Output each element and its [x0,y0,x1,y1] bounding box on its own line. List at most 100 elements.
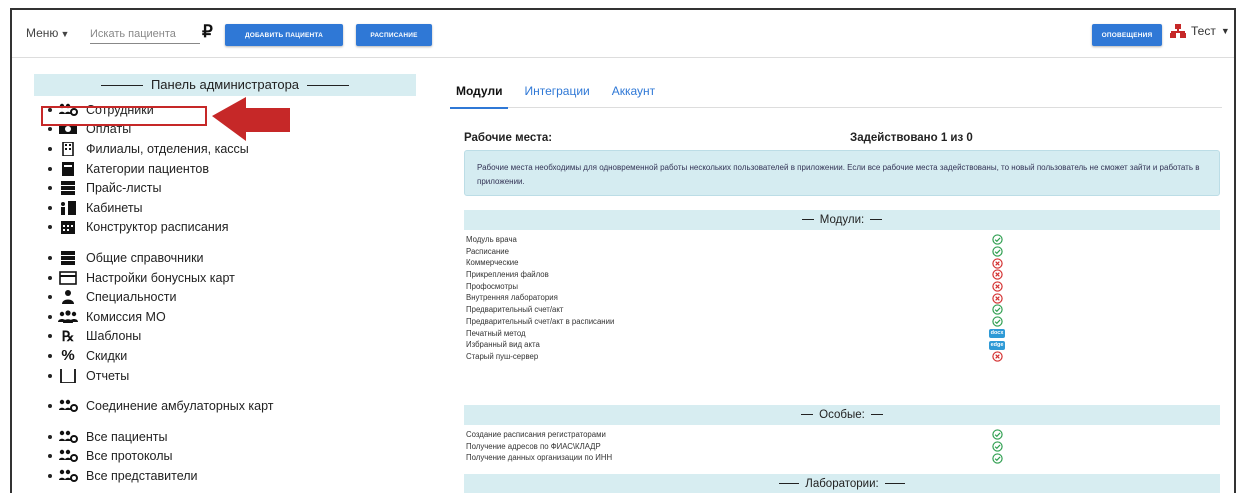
module-name: Создание расписания регистраторами [466,430,606,439]
patient-search-input[interactable] [90,24,200,44]
nav-item-label: Настройки бонусных карт [86,270,235,285]
caret-down-icon: ▼ [1220,26,1230,36]
cross-circle-icon [990,351,1004,363]
special-list: Создание расписания регистраторами Получе… [466,429,1220,464]
nav-item-label: Все протоколы [86,449,173,464]
module-name: Расписание [466,246,509,256]
group-icon [58,310,78,324]
user-name: Тест [1191,24,1216,38]
nav-item-label: Шаблоны [86,329,142,344]
building-icon [58,141,78,156]
schedule-button[interactable]: РАСПИСАНИЕ [356,24,432,46]
check-circle-icon [990,429,1004,441]
check-circle-icon [990,441,1004,453]
workplaces-row: Рабочие места: Задействовано 1 из 0 [464,132,1220,144]
module-row: Прикрепления файлов [466,269,1220,281]
module-name: Предварительный счет/акт в расписании [466,316,615,326]
nav-item-label: Общие справочники [86,250,204,265]
nav-item-label: Скидки [86,348,128,363]
cross-circle-icon [990,281,1004,293]
module-row: Печатный метод docx [466,328,1220,340]
tab-modules[interactable]: Модули [449,74,509,109]
nav-item-discounts[interactable]: % Скидки [48,346,416,366]
cross-circle-icon [990,292,1004,304]
modules-section-title: Модули: [819,214,865,226]
settings-panel: Модули Интеграции Аккаунт Рабочие места:… [449,74,1222,493]
nav-item-commission[interactable]: Комиссия МО [48,307,416,327]
user-menu[interactable]: Тест ▼ [1170,24,1230,38]
nav-item-label: Кабинеты [86,200,143,215]
report-icon [58,368,78,383]
pointer-arrow-icon [212,97,290,141]
module-name: Старый пуш-сервер [466,351,539,361]
admin-panel-title: Панель администратора [150,77,300,92]
module-row: Профосмотры [466,281,1220,293]
top-bar: Меню▼ ₽ ДОБАВИТЬ ПАЦИЕНТА РАСПИСАНИЕ ОПО… [12,10,1234,58]
nav-item-specialties[interactable]: Специальности [48,287,416,307]
notifications-button[interactable]: ОПОВЕЩЕНИЯ [1092,24,1162,46]
nav-item-reports[interactable]: Отчеты [48,366,416,386]
module-name: Предварительный счет/акт [466,305,564,315]
menu-button[interactable]: Меню ▼ [26,26,69,40]
nav-item-label: Отчеты [86,368,130,383]
calendar-icon [58,220,78,235]
add-patient-button[interactable]: ДОБАВИТЬ ПАЦИЕНТА [225,24,343,46]
nav-item-label: Специальности [86,290,177,305]
module-name: Профосмотры [466,281,518,291]
nav-item-price-lists[interactable]: Прайс-листы [48,178,416,198]
module-row: Модуль врача [466,234,1220,246]
ruble-icon[interactable]: ₽ [202,22,213,42]
tab-account[interactable]: Аккаунт [612,74,655,108]
modules-section-header: Модули: [464,210,1220,230]
list-icon [58,250,78,265]
nav-item-label: Конструктор расписания [86,220,229,235]
nav-item-label: Комиссия МО [86,309,166,324]
module-row: Получение данных организации по ИНН [466,452,1220,464]
prescription-icon: ℞ [61,327,75,344]
nav-item-all-protocols[interactable]: Все протоколы [48,447,416,467]
module-row: Внутренняя лаборатория [466,292,1220,304]
nav-item-rooms[interactable]: Кабинеты [48,198,416,218]
nav-item-patient-categories[interactable]: Категории пациентов [48,159,416,179]
nav-item-label: Прайс-листы [86,181,162,196]
module-row: Коммерческие [466,257,1220,269]
menu-label: Меню [26,26,59,40]
nav-item-merge-cards[interactable]: Соединение амбулаторных карт [48,396,416,416]
module-name: Получение адресов по ФИАС\КЛАДР [466,441,601,451]
special-section-header: Особые: [464,405,1220,425]
door-icon [58,200,78,215]
check-circle-icon [990,304,1004,316]
workplaces-used: Задействовано 1 из 0 [850,132,973,144]
module-name: Прикрепления файлов [466,270,549,280]
nav-item-label: Соединение амбулаторных карт [86,399,274,414]
nav-item-general-dictionaries[interactable]: Общие справочники [48,248,416,268]
tab-bar: Модули Интеграции Аккаунт [449,74,1222,109]
percent-icon: % [61,347,75,365]
module-row: Предварительный счет/акт [466,304,1220,316]
tab-integrations[interactable]: Интеграции [524,74,589,108]
module-name: Коммерческие [466,258,519,268]
card-icon [58,161,78,176]
module-row: Избранный вид акта edge [466,339,1220,351]
nav-item-templates[interactable]: ℞ Шаблоны [48,327,416,347]
module-row: Предварительный счет/акт в расписании [466,316,1220,328]
module-row: Создание расписания регистраторами [466,429,1220,441]
badge-label: edge [988,340,1006,350]
nav-item-schedule-builder[interactable]: Конструктор расписания [48,218,416,238]
module-name: Печатный метод [466,328,526,338]
users-icon [58,430,78,444]
credit-card-icon [58,270,78,285]
module-row: Получение адресов по ФИАС\КЛАДР [466,441,1220,453]
caret-down-icon: ▼ [60,29,70,39]
nav-item-label: Филиалы, отделения, кассы [86,141,249,156]
nav-item-label: Категории пациентов [86,161,210,176]
nav-item-label: Все представители [86,468,198,483]
nav-item-all-representatives[interactable]: Все представители [48,466,416,486]
nav-item-bonus-cards[interactable]: Настройки бонусных карт [48,268,416,288]
sitemap-icon [1170,24,1186,38]
module-name: Избранный вид акта [466,340,540,350]
cross-circle-icon [990,257,1004,269]
module-row: Старый пуш-сервер [466,351,1220,363]
module-name: Внутренняя лаборатория [466,293,558,303]
nav-item-all-patients[interactable]: Все пациенты [48,427,416,447]
